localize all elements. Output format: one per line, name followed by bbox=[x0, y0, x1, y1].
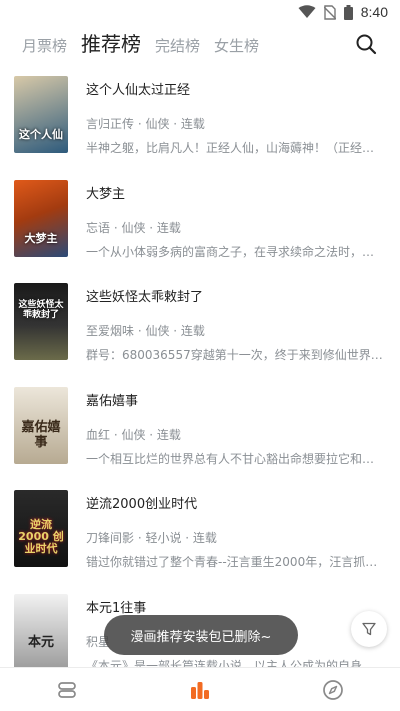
no-sim-icon bbox=[323, 4, 336, 20]
cover-title: 本元 bbox=[27, 634, 54, 650]
book-item[interactable]: 这些妖怪太乖敕封了 这些妖怪太乖敕封了 至爱烟味 · 仙侠 · 连载 群号：68… bbox=[0, 273, 400, 377]
nav-item-bookshelf[interactable] bbox=[0, 668, 133, 711]
compass-icon bbox=[323, 679, 344, 700]
cover-title: 这些妖怪太乖敕封了 bbox=[18, 300, 64, 320]
book-cover: 这些妖怪太乖敕封了 bbox=[14, 283, 68, 360]
book-item[interactable]: 这个人仙 这个人仙太过正经 言归正传 · 仙侠 · 连载 半神之躯，比肩凡人！正… bbox=[0, 66, 400, 170]
bottom-nav bbox=[0, 667, 400, 711]
book-item[interactable]: 大梦主 大梦主 忘语 · 仙侠 · 连载 一个从小体弱多病的富商之子，在寻求续命… bbox=[0, 170, 400, 274]
filter-button[interactable] bbox=[351, 611, 387, 647]
book-item[interactable]: 逆流2000 创业时代 逆流2000创业时代 刀锋间影 · 轻小说 · 连载 错… bbox=[0, 480, 400, 584]
battery-icon bbox=[343, 4, 353, 20]
tab-monthly-ticket[interactable]: 月票榜 bbox=[22, 35, 67, 64]
cover-title: 逆流2000 创业时代 bbox=[18, 518, 64, 555]
book-item[interactable]: 嘉佑嬉事 嘉佑嬉事 血红 · 仙侠 · 连载 一个相互比烂的世界总有人不甘心豁出… bbox=[0, 377, 400, 481]
book-cover: 嘉佑嬉事 bbox=[14, 386, 68, 464]
cover-title: 大梦主 bbox=[24, 231, 58, 245]
book-cover: 本元 bbox=[14, 593, 68, 671]
bookshelf-icon bbox=[57, 681, 76, 698]
ranking-icon bbox=[190, 681, 209, 699]
book-title: 这些妖怪太乖敕封了 bbox=[86, 290, 204, 305]
book-meta: 至爱烟味 · 仙侠 · 连载 bbox=[86, 324, 205, 338]
tab-recommended[interactable]: 推荐榜 bbox=[81, 28, 141, 64]
cover-title: 这个人仙 bbox=[19, 128, 63, 141]
book-title: 嘉佑嬉事 bbox=[86, 393, 139, 409]
search-button[interactable] bbox=[354, 32, 378, 56]
book-meta: 刀锋间影 · 轻小说 · 连载 bbox=[86, 531, 217, 545]
book-description: 一个相互比烂的世界总有人不甘心豁出命想要拉它和他们... bbox=[86, 451, 386, 466]
book-title: 逆流2000创业时代 bbox=[86, 497, 198, 512]
book-title: 这个人仙太过正经 bbox=[86, 83, 191, 98]
book-cover: 这个人仙 bbox=[14, 76, 68, 153]
filter-icon bbox=[362, 622, 376, 636]
book-title: 大梦主 bbox=[86, 186, 126, 202]
book-cover: 大梦主 bbox=[14, 179, 68, 257]
book-cover: 逆流2000 创业时代 bbox=[14, 490, 68, 567]
tab-completed[interactable]: 完结榜 bbox=[155, 35, 200, 64]
book-meta: 忘语 · 仙侠 · 连载 bbox=[86, 220, 181, 235]
nav-item-discover[interactable] bbox=[267, 668, 400, 711]
toast-message: 漫画推荐安装包已删除~ bbox=[104, 615, 298, 655]
status-time: 8:40 bbox=[360, 4, 388, 20]
nav-item-ranking[interactable] bbox=[133, 668, 266, 711]
tab-female[interactable]: 女生榜 bbox=[214, 35, 259, 64]
book-description: 一个从小体弱多病的富商之子，在寻求续命之法时，意外... bbox=[86, 244, 386, 259]
cover-title: 嘉佑嬉事 bbox=[21, 419, 61, 450]
status-bar: 8:40 bbox=[0, 0, 400, 24]
book-meta: 血红 · 仙侠 · 连载 bbox=[86, 427, 181, 442]
search-icon bbox=[356, 34, 377, 55]
book-description: 半神之躯，比肩凡人！正经人仙，山海薅神！（正经版简... bbox=[86, 141, 386, 155]
ranking-tabs: 月票榜 推荐榜 完结榜 女生榜 bbox=[0, 26, 400, 64]
book-meta: 言归正传 · 仙侠 · 连载 bbox=[86, 117, 205, 131]
book-list: 这个人仙 这个人仙太过正经 言归正传 · 仙侠 · 连载 半神之躯，比肩凡人！正… bbox=[0, 66, 400, 687]
wifi-icon bbox=[298, 5, 316, 19]
book-description: 群号：680036557穿越第十一次，终于来到修仙世界。开... bbox=[86, 348, 386, 362]
book-description: 错过你就错过了整个青春--汪言重生2000年，汪言抓了一... bbox=[86, 555, 386, 569]
